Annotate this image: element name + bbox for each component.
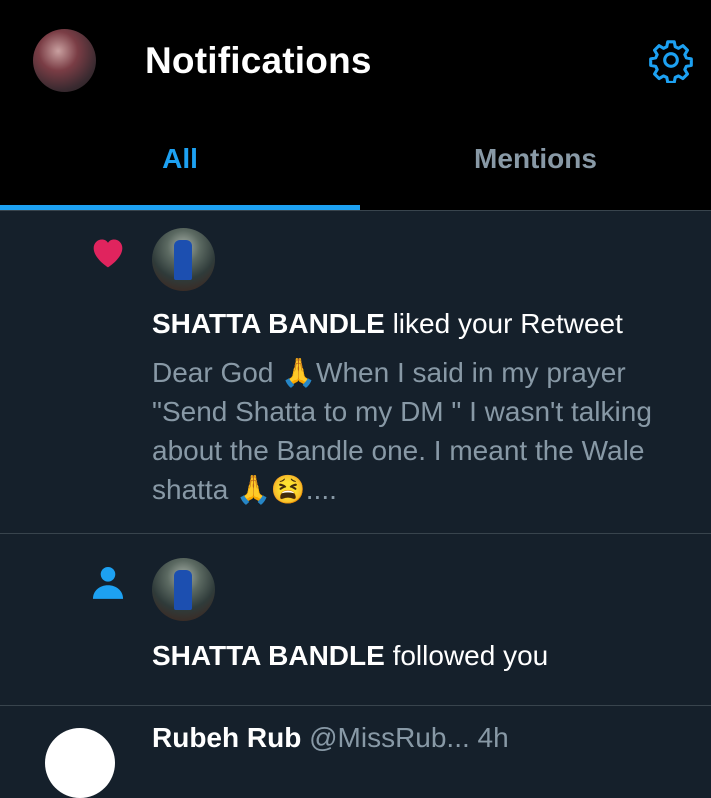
notification-action: followed you — [392, 640, 549, 671]
tab-all[interactable]: All — [0, 143, 360, 175]
divider — [0, 210, 711, 211]
notification-text: SHATTA BANDLE followed you — [152, 640, 548, 672]
partial-handle: @MissRub... 4h — [309, 722, 509, 753]
page-title: Notifications — [145, 40, 372, 81]
divider — [0, 705, 711, 706]
notification-action: liked your Retweet — [392, 308, 623, 339]
notification-text: SHATTA BANDLE liked your Retweet — [152, 308, 623, 340]
partial-name: Rubeh Rub — [152, 722, 302, 753]
tweet-line: "Send Shatta to my DM " I wasn't talking — [152, 396, 652, 427]
gear-icon[interactable] — [648, 37, 694, 83]
avatar[interactable] — [152, 228, 215, 291]
heart-icon — [93, 239, 123, 268]
tweet-line: about the Bandle one. I meant the Wale — [152, 435, 645, 466]
divider — [0, 533, 711, 534]
avatar[interactable] — [152, 558, 215, 621]
avatar[interactable] — [45, 728, 115, 798]
tweet-preview: Dear God 🙏When I said in my prayer "Send… — [152, 353, 692, 509]
notification-user[interactable]: SHATTA BANDLE — [152, 308, 385, 339]
tweet-line: shatta 🙏😫.... — [152, 474, 337, 505]
person-icon — [92, 567, 124, 599]
tab-mentions[interactable]: Mentions — [360, 143, 711, 175]
notification-user[interactable]: SHATTA BANDLE — [152, 640, 385, 671]
profile-avatar[interactable] — [33, 29, 96, 92]
partial-row-text: Rubeh Rub @MissRub... 4h — [152, 722, 509, 754]
top-app-bar: Notifications All Mentions — [0, 0, 711, 210]
tweet-line: Dear God 🙏When I said in my prayer — [152, 357, 626, 388]
